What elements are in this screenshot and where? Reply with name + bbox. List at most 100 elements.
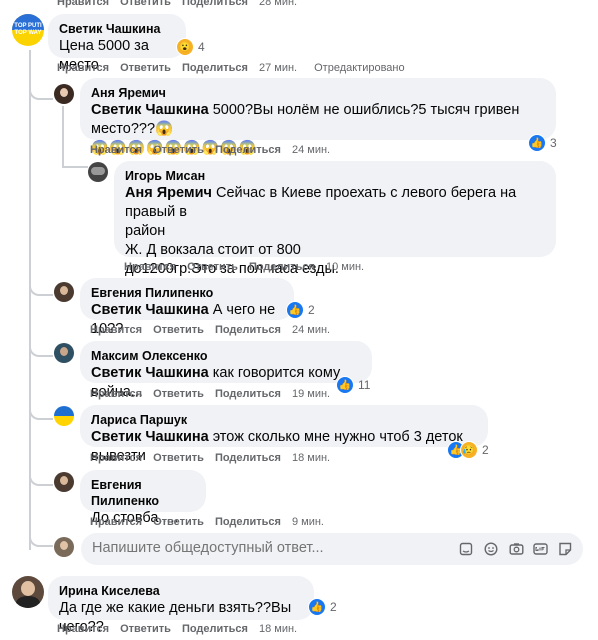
share-link[interactable]: Поделиться [215, 515, 281, 529]
like-link[interactable]: Нравится [57, 0, 109, 9]
comment-actions: Нравится Ответить Поделиться 9 мин. [90, 515, 335, 529]
avatar[interactable] [54, 282, 74, 302]
comment-time[interactable]: 10 мин. [326, 260, 364, 274]
reaction-count: 4 [198, 40, 205, 54]
reply-link[interactable]: Ответить [153, 515, 204, 529]
gif-icon[interactable] [532, 541, 548, 557]
comment-text-line: Ж. Д вокзала стоит от 800 [125, 242, 301, 258]
thread-branch [29, 472, 53, 486]
reply-box[interactable] [81, 533, 583, 565]
share-link[interactable]: Поделиться [182, 61, 248, 75]
comment-bubble: Евгения Пилипенко До стовба..... [80, 470, 206, 526]
share-link[interactable]: Поделиться [215, 143, 281, 157]
like-link[interactable]: Нравится [124, 260, 176, 274]
mention[interactable]: Светик Чашкина [91, 302, 209, 318]
like-icon: 👍 [528, 134, 546, 152]
share-link[interactable]: Поделиться [249, 260, 315, 274]
share-link[interactable]: Поделиться [215, 451, 281, 465]
comment-author[interactable]: Максим Олексенко [91, 348, 361, 364]
comment-time[interactable]: 24 мин. [292, 143, 330, 157]
share-link[interactable]: Поделиться [182, 0, 248, 9]
emoji-icon[interactable] [483, 541, 499, 557]
mention[interactable]: Аня Яремич [125, 185, 212, 201]
sticker-icon[interactable] [458, 541, 474, 557]
comment-bubble: Ирина Киселева Да где же какие деньги вз… [48, 576, 314, 635]
reaction-summary[interactable]: 👍 2 [308, 598, 337, 616]
sticker-square-icon[interactable] [557, 541, 573, 557]
comment-time[interactable]: 18 мин. [292, 451, 330, 465]
camera-icon[interactable] [508, 541, 524, 557]
avatar[interactable] [54, 406, 74, 426]
like-link[interactable]: Нравится [90, 323, 142, 337]
reaction-count: 2 [482, 443, 489, 457]
avatar[interactable]: TOP PUTI TOP WAY [12, 14, 44, 46]
like-link[interactable]: Нравится [57, 61, 109, 75]
share-link[interactable]: Поделиться [215, 387, 281, 401]
comment-time[interactable]: 19 мин. [292, 387, 330, 401]
reply-link[interactable]: Ответить [120, 622, 171, 636]
reaction-count: 2 [308, 303, 315, 317]
comment-text-line: район [125, 223, 166, 239]
share-link[interactable]: Поделиться [215, 323, 281, 337]
like-link[interactable]: Нравится [90, 451, 142, 465]
comment-actions: Нравится Ответить Поделиться 19 мин. [90, 387, 341, 401]
reply-link[interactable]: Ответить [187, 260, 238, 274]
like-link[interactable]: Нравится [90, 143, 142, 157]
wow-icon: 😮 [176, 38, 194, 56]
mention[interactable]: Светик Чашкина [91, 102, 209, 118]
reply-input[interactable] [90, 539, 454, 557]
comment-author[interactable]: Игорь Мисан [125, 168, 545, 184]
reply-link[interactable]: Ответить [120, 0, 171, 9]
comment-author[interactable]: Аня Яремич [91, 85, 545, 101]
thread-branch [29, 343, 53, 357]
avatar[interactable] [88, 162, 108, 182]
edited-label: Отредактировано [314, 62, 405, 74]
avatar-logo-text: TOP PUTI TOP WAY [14, 23, 42, 36]
like-link[interactable]: Нравится [57, 622, 109, 636]
comment-author[interactable]: Евгения Пилипенко [91, 477, 195, 509]
thread-branch [29, 406, 53, 420]
reaction-summary[interactable]: 👍 😥 2 [447, 441, 489, 459]
reaction-count: 11 [358, 378, 371, 392]
reaction-summary[interactable]: 👍 3 [528, 134, 557, 152]
avatar[interactable] [12, 576, 44, 608]
share-link[interactable]: Поделиться [182, 622, 248, 636]
like-icon: 👍 [308, 598, 326, 616]
reply-link[interactable]: Ответить [153, 323, 204, 337]
comment-author[interactable]: Евгения Пилипенко [91, 285, 283, 301]
like-link[interactable]: Нравится [90, 515, 142, 529]
avatar[interactable] [54, 84, 74, 104]
reaction-count: 3 [550, 136, 557, 150]
reply-link[interactable]: Ответить [153, 451, 204, 465]
like-icon: 👍 [286, 301, 304, 319]
avatar[interactable] [54, 472, 74, 492]
reply-link[interactable]: Ответить [153, 143, 204, 157]
thread-branch [62, 166, 88, 168]
comment-time[interactable]: 28 мин. [259, 0, 297, 9]
comment-actions: Нравится Ответить Поделиться 10 мин. [124, 260, 375, 274]
comment-bubble: Лариса Паршук Светик Чашкина этож скольк… [80, 405, 488, 464]
comment-author[interactable]: Светик Чашкина [59, 21, 175, 37]
reply-link[interactable]: Ответить [153, 387, 204, 401]
reaction-summary[interactable]: 👍 2 [286, 301, 315, 319]
reaction-summary[interactable]: 😮 4 [176, 38, 205, 56]
comment-actions: Нравится Ответить Поделиться 18 мин. [57, 622, 308, 636]
comment-time[interactable]: 24 мин. [292, 323, 330, 337]
comment-author[interactable]: Ирина Киселева [59, 583, 303, 599]
mention[interactable]: Светик Чашкина [91, 429, 209, 445]
avatar [54, 537, 74, 557]
comment-actions: Нравится Ответить Поделиться 27 мин. Отр… [57, 61, 416, 75]
comment-bubble: Игорь Мисан Аня Яремич Сейчас в Киеве пр… [114, 161, 556, 277]
like-link[interactable]: Нравится [90, 387, 142, 401]
comment-bubble: Светик Чашкина Цена 5000 за место [48, 14, 186, 73]
comment-actions-top: Нравится Ответить Поделиться 28 мин. [57, 0, 308, 9]
comment-bubble: Евгения Пилипенко Светик Чашкина А чего … [80, 278, 294, 337]
reply-link[interactable]: Ответить [120, 61, 171, 75]
mention[interactable]: Светик Чашкина [91, 365, 209, 381]
reaction-summary[interactable]: 👍 11 [336, 376, 370, 394]
avatar[interactable] [54, 343, 74, 363]
comment-time[interactable]: 18 мин. [259, 622, 297, 636]
comment-author[interactable]: Лариса Паршук [91, 412, 477, 428]
comment-time[interactable]: 9 мин. [292, 515, 324, 529]
comment-time[interactable]: 27 мин. [259, 61, 297, 75]
